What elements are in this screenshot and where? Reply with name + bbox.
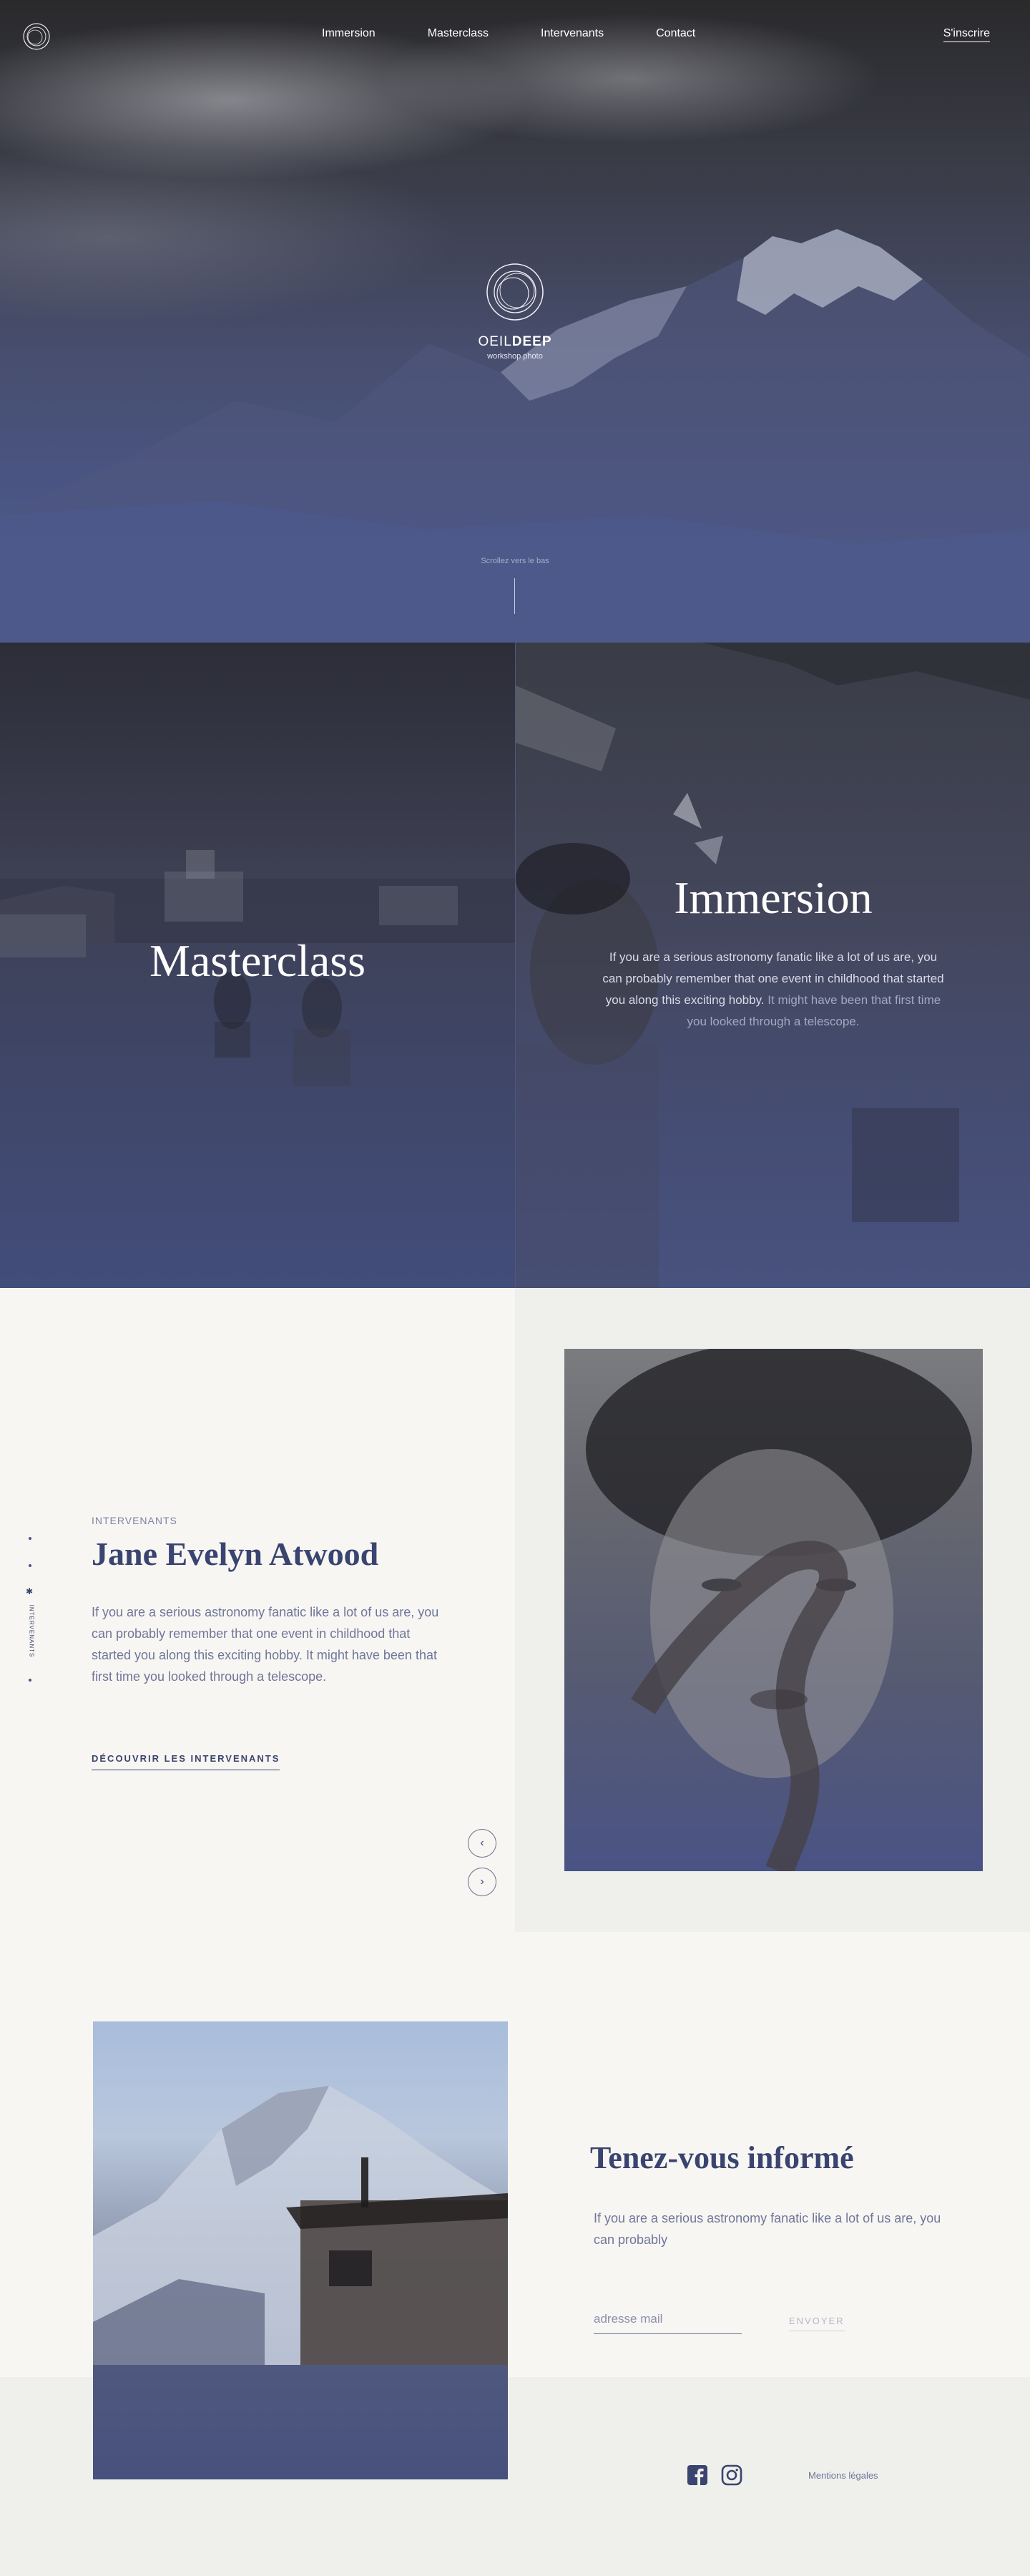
masterclass-tile[interactable]: Masterclass (0, 643, 515, 1288)
immersion-text: If you are a serious astronomy fanatic l… (602, 947, 945, 1033)
scroll-hint: Scrollez vers le bas (481, 557, 549, 565)
nav-intervenants[interactable]: Intervenants (541, 27, 604, 40)
facebook-icon[interactable] (687, 2464, 708, 2486)
chevron-right-icon: › (480, 1875, 484, 1888)
next-speaker-button[interactable]: › (468, 1868, 496, 1896)
newsletter-text: If you are a serious astronomy fanatic l… (594, 2211, 941, 2247)
chevron-left-icon: ‹ (480, 1837, 484, 1849)
brand-name-bold: DEEP (511, 334, 552, 349)
send-button[interactable]: ENVOYER (789, 2316, 845, 2331)
brand-name: OEILDEEP (0, 334, 1030, 350)
immersion-title: Immersion (674, 872, 873, 923)
portrait-illustration (586, 1349, 972, 1871)
masterclass-title: Masterclass (149, 935, 366, 986)
newsletter-image (93, 2021, 508, 2479)
instagram-icon[interactable] (721, 2464, 742, 2486)
side-active-star-icon[interactable]: ✱ (26, 1586, 33, 1596)
email-input[interactable] (594, 2304, 742, 2334)
side-dot-1[interactable] (29, 1537, 31, 1540)
main-nav: Immersion Masterclass Intervenants Conta… (322, 27, 695, 40)
hero-brand: OEILDEEP workshop photo (0, 261, 1030, 361)
nav-immersion[interactable]: Immersion (322, 27, 376, 40)
discover-speakers-link[interactable]: DÉCOUVRIR LES INTERVENANTS (92, 1753, 280, 1770)
side-label: INTERVENANTS (28, 1604, 35, 1658)
brand-subtitle: workshop photo (487, 352, 543, 361)
speaker-eyebrow: INTERVENANTS (92, 1515, 177, 1526)
signup-link[interactable]: S'inscrire (943, 27, 990, 42)
speaker-description: If you are a serious astronomy fanatic l… (92, 1605, 439, 1684)
brand-name-thin: OEIL (478, 334, 512, 349)
hero-section: Immersion Masterclass Intervenants Conta… (0, 0, 1030, 643)
legal-notice-link[interactable]: Mentions légales (808, 2470, 878, 2481)
side-pagination: ✱ INTERVENANTS (24, 1531, 36, 1703)
newsletter-title: Tenez-vous informé (590, 2140, 854, 2175)
speaker-name: Jane Evelyn Atwood (92, 1536, 379, 1572)
cabin-mountain-illustration (93, 2086, 508, 2479)
prev-speaker-button[interactable]: ‹ (468, 1829, 496, 1858)
brand-logo-icon (486, 263, 544, 321)
immersion-tile[interactable]: Immersion If you are a serious astronomy… (515, 643, 1030, 1288)
logo-icon[interactable] (21, 21, 52, 52)
side-dot-4[interactable] (29, 1679, 31, 1682)
nav-contact[interactable]: Contact (656, 27, 695, 40)
nav-masterclass[interactable]: Masterclass (428, 27, 489, 40)
speaker-portrait (564, 1349, 983, 1871)
scroll-indicator-line (514, 578, 515, 614)
side-dot-2[interactable] (29, 1564, 31, 1567)
